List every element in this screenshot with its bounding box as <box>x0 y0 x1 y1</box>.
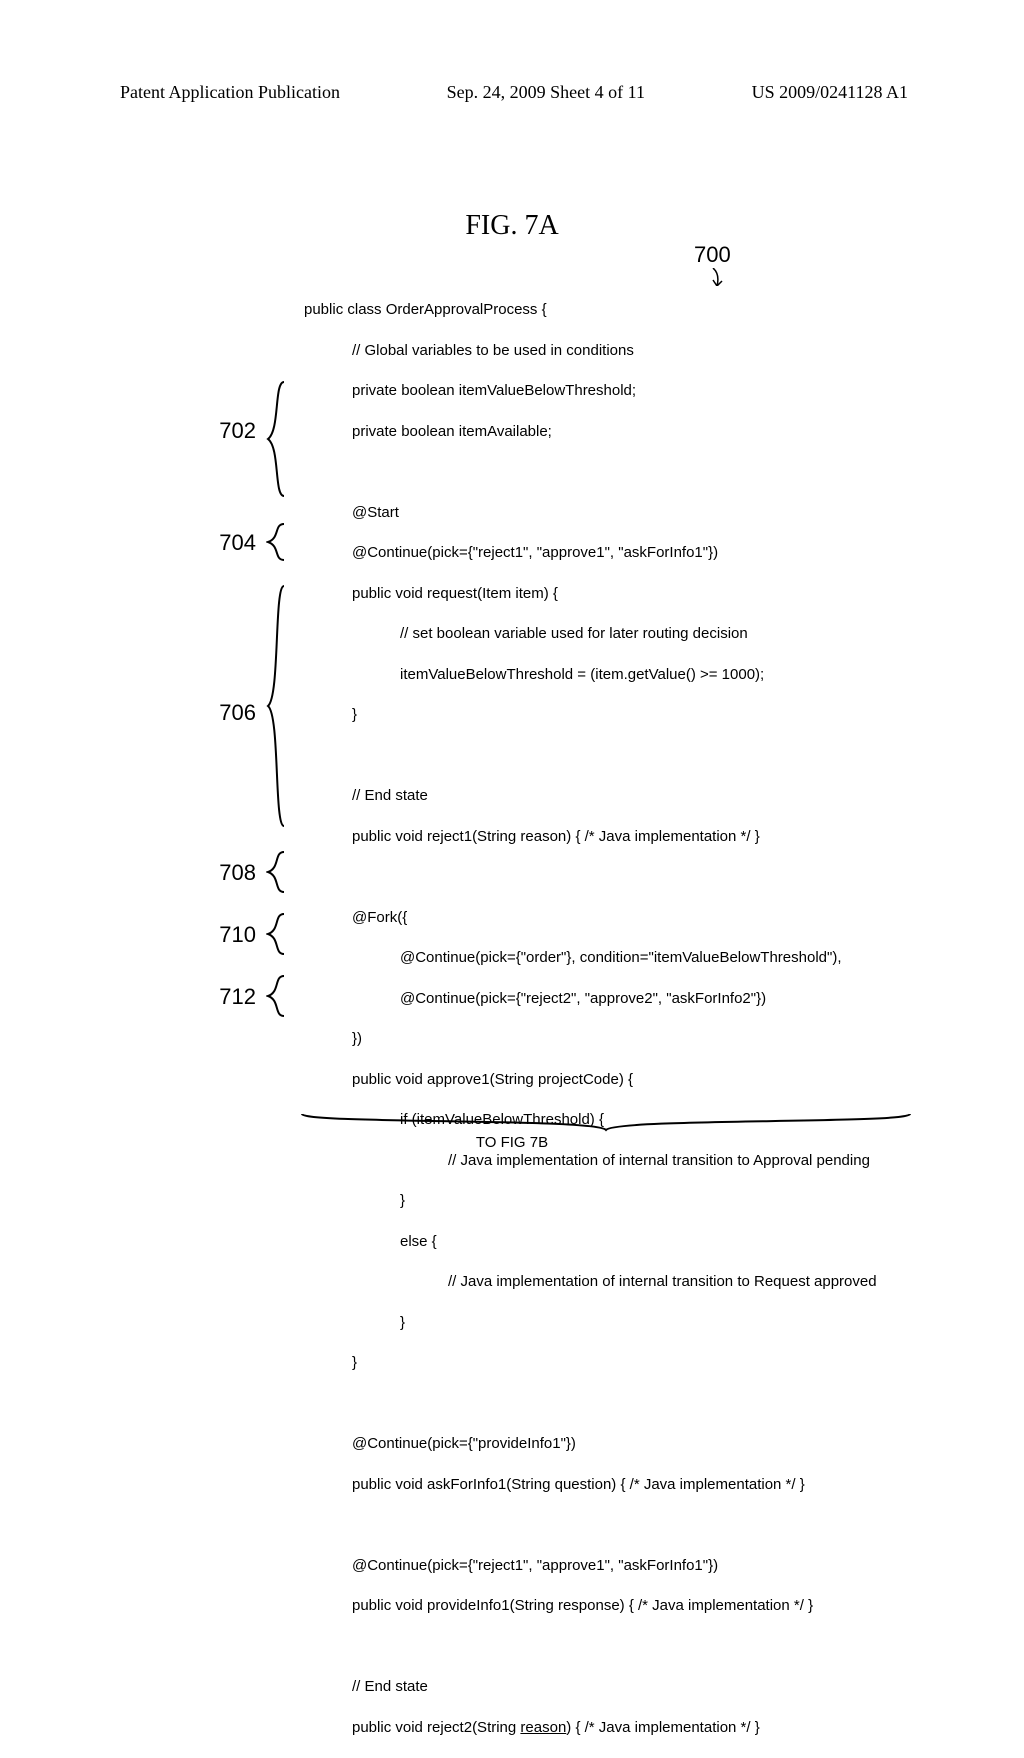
header-center: Sep. 24, 2009 Sheet 4 of 11 <box>447 82 645 103</box>
ref-712: 712 <box>210 984 256 1010</box>
code-line: }) <box>304 1029 877 1049</box>
code-line: @Start <box>304 503 877 523</box>
code-line: // set boolean variable used for later r… <box>304 624 877 644</box>
code-line: public void approve1(String projectCode)… <box>304 1070 877 1090</box>
code-line: @Fork({ <box>304 908 877 928</box>
code-line: private boolean itemAvailable; <box>304 422 877 442</box>
code-line: } <box>304 705 877 725</box>
code-line: } <box>304 1353 877 1373</box>
bottom-brace-icon <box>300 1112 912 1132</box>
code-listing: public class OrderApprovalProcess { // G… <box>304 280 877 1758</box>
code-line: public void reject1(String reason) { /* … <box>304 827 877 847</box>
ref-704: 704 <box>210 530 256 556</box>
ref-702: 702 <box>210 418 256 444</box>
code-line: @Continue(pick={"reject1", "approve1", "… <box>304 1556 877 1576</box>
brace-icon <box>266 850 288 894</box>
code-line: public void reject2(String reason) { /* … <box>304 1718 877 1738</box>
code-line: @Continue(pick={"reject1", "approve1", "… <box>304 543 877 563</box>
brace-icon <box>266 380 288 498</box>
to-fig-label: TO FIG 7B <box>0 1134 1024 1151</box>
code-line: public void request(Item item) { <box>304 584 877 604</box>
code-line: public void askForInfo1(String question)… <box>304 1475 877 1495</box>
brace-icon <box>266 584 288 828</box>
page-header: Patent Application Publication Sep. 24, … <box>0 82 1024 103</box>
ref-706: 706 <box>210 700 256 726</box>
code-line: } <box>304 1313 877 1333</box>
brace-icon <box>266 974 288 1018</box>
code-line: else { <box>304 1232 877 1252</box>
figure-title: FIG. 7A <box>0 210 1024 242</box>
header-right: US 2009/0241128 A1 <box>752 82 908 103</box>
header-left: Patent Application Publication <box>120 82 340 103</box>
code-line: itemValueBelowThreshold = (item.getValue… <box>304 665 877 685</box>
code-line: @Continue(pick={"reject2", "approve2", "… <box>304 989 877 1009</box>
brace-icon <box>266 912 288 956</box>
ref-710: 710 <box>210 922 256 948</box>
code-line: @Continue(pick={"order"}, condition="ite… <box>304 948 877 968</box>
code-line: // End state <box>304 786 877 806</box>
code-line: private boolean itemValueBelowThreshold; <box>304 381 877 401</box>
code-line: public class OrderApprovalProcess { <box>304 300 877 320</box>
ref-700: 700 <box>694 242 731 268</box>
code-line: // End state <box>304 1677 877 1697</box>
code-line: @Continue(pick={"provideInfo1"}) <box>304 1434 877 1454</box>
code-line: // Java implementation of internal trans… <box>304 1151 877 1171</box>
code-line: public void provideInfo1(String response… <box>304 1596 877 1616</box>
code-line: } <box>304 1191 877 1211</box>
code-line: // Global variables to be used in condit… <box>304 341 877 361</box>
code-line: // Java implementation of internal trans… <box>304 1272 877 1292</box>
brace-icon <box>266 522 288 562</box>
ref-708: 708 <box>210 860 256 886</box>
